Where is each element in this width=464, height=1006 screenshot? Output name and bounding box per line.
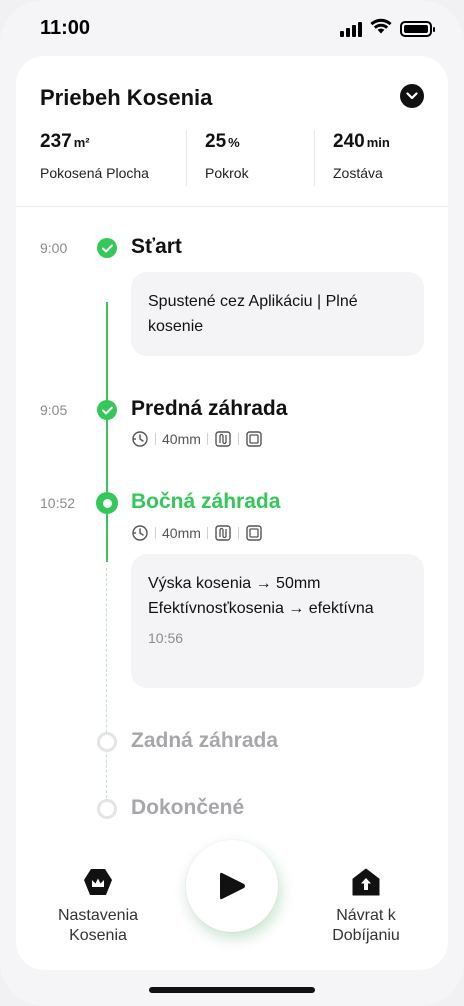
home-icon: [350, 866, 382, 898]
nav-label: Kosenia: [69, 927, 127, 944]
cutting-height: 40mm: [162, 525, 201, 541]
separator: [206, 527, 208, 539]
timeline-time: 10:52: [40, 495, 76, 511]
separator: [155, 527, 156, 539]
return-to-charging-button[interactable]: Návrat k Dobíjaniu: [306, 866, 426, 946]
nav-label: Nastavenia: [57, 907, 139, 924]
timeline-step-meta: 40mm: [131, 524, 263, 542]
stat-remaining: 240 min Zostáva: [314, 130, 432, 186]
card-title: Priebeh Kosenia: [40, 85, 213, 110]
battery-icon: [400, 20, 435, 37]
mowing-progress-card: Priebeh Kosenia 237 m² Pokosená Plocha 25…: [16, 56, 448, 970]
edge-icon: [245, 430, 263, 448]
play-button[interactable]: [186, 840, 278, 932]
collapse-button[interactable]: [400, 84, 424, 108]
separator: [237, 433, 239, 445]
play-icon: [220, 872, 245, 900]
nav-label: Dobíjaniu: [332, 927, 400, 944]
stats-row: 237 m² Pokosená Plocha 25% Pokrok 240 min …: [40, 130, 432, 186]
pattern-icon: [214, 430, 232, 448]
pending-step-icon: [97, 799, 117, 819]
timeline-step-meta: 40mm: [131, 430, 263, 448]
blade-speed-icon: [131, 524, 149, 542]
timeline-time: 9:00: [40, 240, 68, 256]
note-time: 10:56: [148, 630, 184, 646]
timeline-step-title: Predná záhrada: [131, 397, 288, 420]
separator: [206, 433, 208, 445]
phone-screen: 11:00 Priebeh Kosenia 237 m² Pokosená Plo…: [0, 0, 464, 1006]
timeline-step-title: Bočná záhrada: [131, 490, 281, 513]
check-icon: [97, 238, 117, 258]
bottom-nav: Nastavenia Kosenia Návrat k Dobíjaniu: [16, 836, 448, 970]
cutting-height: 40mm: [162, 431, 201, 447]
stat-unit: %: [228, 135, 240, 150]
separator: [155, 433, 156, 445]
timeline-note: Spustené cez Aplikáciu | Plné kosenie: [131, 272, 424, 356]
mowing-settings-button[interactable]: Nastavenia Kosenia: [38, 866, 158, 946]
stat-mowed-area: 237 m² Pokosená Plocha: [40, 130, 186, 186]
status-bar: 11:00: [0, 0, 464, 56]
check-icon: [97, 400, 117, 420]
note-line: Efektívnosťkosenia → efektívna: [148, 600, 374, 617]
pending-step-icon: [97, 732, 117, 752]
stat-label: Pokrok: [205, 165, 249, 181]
wifi-icon: [370, 18, 392, 39]
stat-progress: 25% Pokrok: [186, 130, 314, 186]
status-time: 11:00: [40, 17, 91, 39]
timeline-note: Výska kosenia → 50mm Efektívnosťkosenia …: [131, 554, 424, 688]
chevron-down-icon: [406, 92, 418, 100]
edge-icon: [245, 524, 263, 542]
timeline: 9:00 Sťart Spustené cez Aplikáciu | Plné…: [16, 206, 448, 836]
nav-label: Návrat k: [336, 907, 396, 924]
timeline-line-completed: [106, 302, 108, 562]
stat-unit: min: [366, 135, 390, 150]
stat-value: 25: [205, 131, 227, 152]
stat-value: 240: [333, 131, 365, 152]
timeline-time: 9:05: [40, 402, 68, 418]
timeline-line-pending: [106, 568, 107, 798]
home-indicator: [149, 987, 315, 993]
timeline-step-title: Zadná záhrada: [131, 729, 279, 752]
status-icons: [340, 18, 435, 39]
separator: [237, 527, 239, 539]
stat-unit: m²: [73, 135, 90, 150]
signal-icon: [340, 21, 362, 37]
blade-speed-icon: [131, 430, 149, 448]
stat-value: 237: [40, 131, 72, 152]
timeline-step-title: Dokončené: [131, 796, 245, 819]
crown-icon: [82, 866, 114, 898]
stat-label: Pokosená Plocha: [40, 165, 149, 181]
timeline-step-title: Sťart: [131, 235, 182, 258]
active-step-icon: [96, 492, 118, 514]
stat-label: Zostáva: [333, 165, 383, 181]
pattern-icon: [214, 524, 232, 542]
note-line: Výska kosenia → 50mm: [148, 575, 321, 592]
